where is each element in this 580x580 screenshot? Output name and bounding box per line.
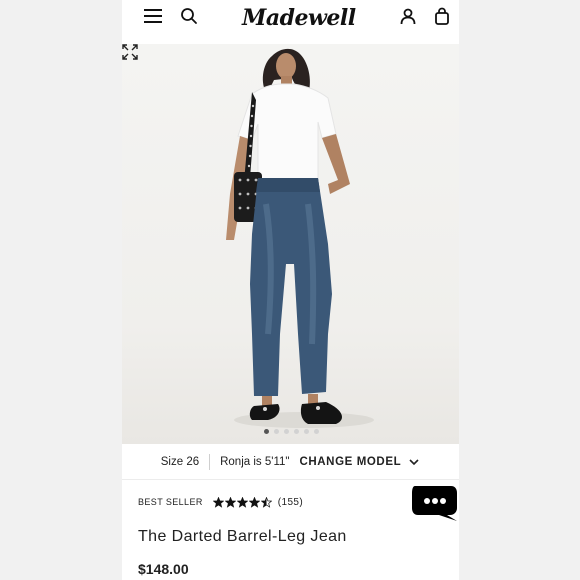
bag-icon[interactable] [433,7,451,25]
chevron-down-icon[interactable] [408,456,420,468]
carousel-dot[interactable] [304,429,309,434]
carousel-dot[interactable] [284,429,289,434]
backdrop-left [0,0,122,580]
star-icon [224,496,236,508]
divider [209,453,211,470]
search-icon[interactable] [180,7,198,25]
menu-icon[interactable] [144,9,162,23]
phone-screen: Madewell Size 26 Ronja is 5'11" CHANGE M… [122,0,459,580]
backdrop-right [458,0,580,580]
model-height-label: Ronja is 5'11" [220,455,290,468]
star-icon [212,496,224,508]
product-price: $148.00 [138,561,189,577]
product-meta-row: BEST SELLER (155) [138,494,303,510]
star-icon [236,496,248,508]
best-seller-badge: BEST SELLER [138,497,203,507]
change-model-button[interactable]: CHANGE MODEL [299,456,401,468]
site-header: Madewell [122,0,459,44]
star-icon [248,496,260,508]
star-rating[interactable] [212,496,273,508]
carousel-dot[interactable] [314,429,319,434]
carousel-dot[interactable] [274,429,279,434]
expand-icon[interactable] [122,44,138,60]
carousel-dot[interactable] [264,429,269,434]
model-info-bar: Size 26 Ronja is 5'11" CHANGE MODEL [122,444,459,480]
product-image[interactable] [122,44,459,444]
star-icon [260,496,272,508]
brand-logo[interactable]: Madewell [242,3,356,33]
account-icon[interactable] [399,7,417,25]
product-title: The Darted Barrel-Leg Jean [138,528,347,545]
carousel-dot[interactable] [294,429,299,434]
review-count[interactable]: (155) [278,497,303,508]
model-illustration [226,48,374,428]
chat-icon[interactable] [411,484,458,522]
size-label: Size 26 [160,455,200,468]
carousel-dots[interactable] [264,429,319,435]
